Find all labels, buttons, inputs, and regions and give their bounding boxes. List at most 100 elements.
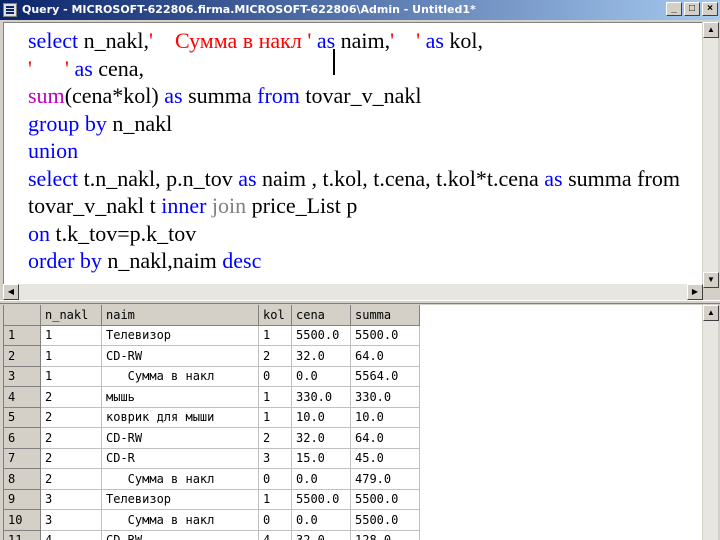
table-cell[interactable]: 32.0 [291, 427, 351, 449]
table-row[interactable]: 10 3 Сумма в накл 0 0.0 5500.0 [4, 509, 420, 531]
column-header[interactable]: kol [258, 305, 292, 326]
column-header[interactable]: naim [101, 305, 259, 326]
table-cell[interactable]: 1 [40, 366, 102, 387]
table-row[interactable]: 9 3 Телевизор 1 5500.0 5500.0 [4, 489, 420, 510]
table-cell[interactable]: 32.0 [291, 530, 351, 540]
table-cell[interactable]: 2 [40, 468, 102, 490]
scroll-right-icon[interactable]: ▶ [687, 284, 703, 300]
table-cell[interactable]: CD-R [101, 448, 259, 469]
table-cell[interactable]: 5500.0 [291, 489, 351, 510]
row-number[interactable]: 4 [4, 386, 41, 408]
table-cell[interactable]: CD-RW [101, 530, 259, 540]
table-cell[interactable]: 1 [40, 345, 102, 367]
table-cell[interactable]: 32.0 [291, 345, 351, 367]
table-cell[interactable]: 0.0 [291, 509, 351, 531]
query-window-icon[interactable] [3, 3, 17, 17]
table-cell[interactable]: 64.0 [350, 345, 420, 367]
table-cell[interactable]: 0.0 [291, 366, 351, 387]
maximize-button[interactable]: □ [684, 2, 700, 16]
table-cell[interactable]: 330.0 [350, 386, 420, 408]
table-cell[interactable]: 3 [258, 448, 292, 469]
row-number[interactable]: 1 [4, 325, 41, 346]
table-row[interactable]: 5 2 коврик для мыши 1 10.0 10.0 [4, 407, 420, 428]
results-grid[interactable]: n_nakl naim kol cena summa 1 1 Телевизор 1 5500.… [3, 305, 704, 540]
table-cell[interactable]: 45.0 [350, 448, 420, 469]
table-cell[interactable]: 5500.0 [350, 489, 420, 510]
table-cell[interactable]: 0 [258, 366, 292, 387]
table-cell[interactable]: CD-RW [101, 427, 259, 449]
scroll-up-icon[interactable]: ▲ [703, 22, 719, 38]
table-cell[interactable]: Телевизор [101, 325, 259, 346]
scroll-down-icon[interactable]: ▼ [703, 272, 719, 288]
table-cell[interactable]: Сумма в накл [101, 509, 259, 531]
results-vertical-scrollbar[interactable]: ▲ [702, 305, 719, 540]
table-cell[interactable]: 5500.0 [350, 509, 420, 531]
close-button[interactable]: × [702, 2, 718, 16]
table-cell[interactable]: 1 [258, 489, 292, 510]
table-cell[interactable]: 3 [40, 509, 102, 531]
scroll-left-icon[interactable]: ◀ [3, 284, 19, 300]
row-number[interactable]: 6 [4, 427, 41, 449]
table-cell[interactable]: 330.0 [291, 386, 351, 408]
table-cell[interactable]: 15.0 [291, 448, 351, 469]
row-number[interactable]: 5 [4, 407, 41, 428]
table-cell[interactable]: мышь [101, 386, 259, 408]
table-row[interactable]: 1 1 Телевизор 1 5500.0 5500.0 [4, 325, 420, 346]
row-number[interactable]: 11 [4, 530, 41, 540]
table-row[interactable]: 4 2 мышь 1 330.0 330.0 [4, 386, 420, 408]
sql-token: n_nakl [106, 110, 173, 136]
table-cell[interactable]: 2 [40, 407, 102, 428]
table-cell[interactable]: 1 [258, 407, 292, 428]
table-cell[interactable]: Телевизор [101, 489, 259, 510]
table-cell[interactable]: 64.0 [350, 427, 420, 449]
minimize-button[interactable]: _ [666, 2, 682, 16]
column-header[interactable]: summa [350, 305, 420, 326]
table-cell[interactable]: 128.0 [350, 530, 420, 540]
editor-horizontal-scrollbar[interactable]: ◀ ▶ [3, 284, 703, 300]
row-number[interactable]: 10 [4, 509, 41, 531]
table-cell[interactable]: 4 [40, 530, 102, 540]
table-cell[interactable]: 1 [40, 325, 102, 346]
table-cell[interactable]: 5500.0 [291, 325, 351, 346]
table-cell[interactable]: 1 [258, 386, 292, 408]
column-header[interactable]: n_nakl [40, 305, 102, 326]
results-scroll-up-icon[interactable]: ▲ [703, 305, 719, 321]
table-cell[interactable]: 0 [258, 509, 292, 531]
table-cell[interactable]: 10.0 [291, 407, 351, 428]
table-cell[interactable]: Сумма в накл [101, 468, 259, 490]
table-cell[interactable]: CD-RW [101, 345, 259, 367]
table-cell[interactable]: 0.0 [291, 468, 351, 490]
table-row[interactable]: 31 Сумма в накл 0 0.0 5564.0 [4, 366, 420, 387]
table-cell[interactable]: 2 [40, 448, 102, 469]
table-cell[interactable]: 0 [258, 468, 292, 490]
table-row[interactable]: 2 1 CD-RW 2 32.0 64.0 [4, 345, 420, 367]
table-cell[interactable]: 5500.0 [350, 325, 420, 346]
table-row[interactable]: 114CD-RW432.0128.0 [4, 530, 420, 540]
editor-vertical-scrollbar[interactable]: ▲ ▼ [702, 22, 719, 288]
table-cell[interactable]: 479.0 [350, 468, 420, 490]
table-cell[interactable]: 4 [258, 530, 292, 540]
row-number[interactable]: 7 [4, 448, 41, 469]
table-row[interactable]: 6 2 CD-RW 2 32.0 64.0 [4, 427, 420, 449]
table-cell[interactable]: 2 [40, 386, 102, 408]
pane-splitter[interactable] [0, 300, 720, 304]
row-number[interactable]: 8 [4, 468, 41, 490]
table-cell[interactable]: 3 [40, 489, 102, 510]
table-cell[interactable]: коврик для мыши [101, 407, 259, 428]
table-cell[interactable]: 2 [258, 427, 292, 449]
row-number[interactable]: 9 [4, 489, 41, 510]
row-number-header[interactable] [4, 305, 41, 326]
table-cell[interactable]: 10.0 [350, 407, 420, 428]
table-cell[interactable]: Сумма в накл [101, 366, 259, 387]
row-number[interactable]: 3 [4, 366, 41, 387]
table-cell[interactable]: 2 [40, 427, 102, 449]
table-cell[interactable]: 5564.0 [350, 366, 420, 387]
table-cell[interactable]: 2 [258, 345, 292, 367]
query-editor[interactable]: select n_nakl,' Сумма в накл ' as naim,'… [3, 22, 703, 288]
table-row[interactable]: 7 2 CD-R 3 15.0 45.0 [4, 448, 420, 469]
sql-code[interactable]: select n_nakl,' Сумма в накл ' as naim,'… [28, 27, 680, 275]
column-header[interactable]: cena [291, 305, 351, 326]
table-cell[interactable]: 1 [258, 325, 292, 346]
table-row[interactable]: 82 Сумма в накл 0 0.0 479.0 [4, 468, 420, 490]
row-number[interactable]: 2 [4, 345, 41, 367]
